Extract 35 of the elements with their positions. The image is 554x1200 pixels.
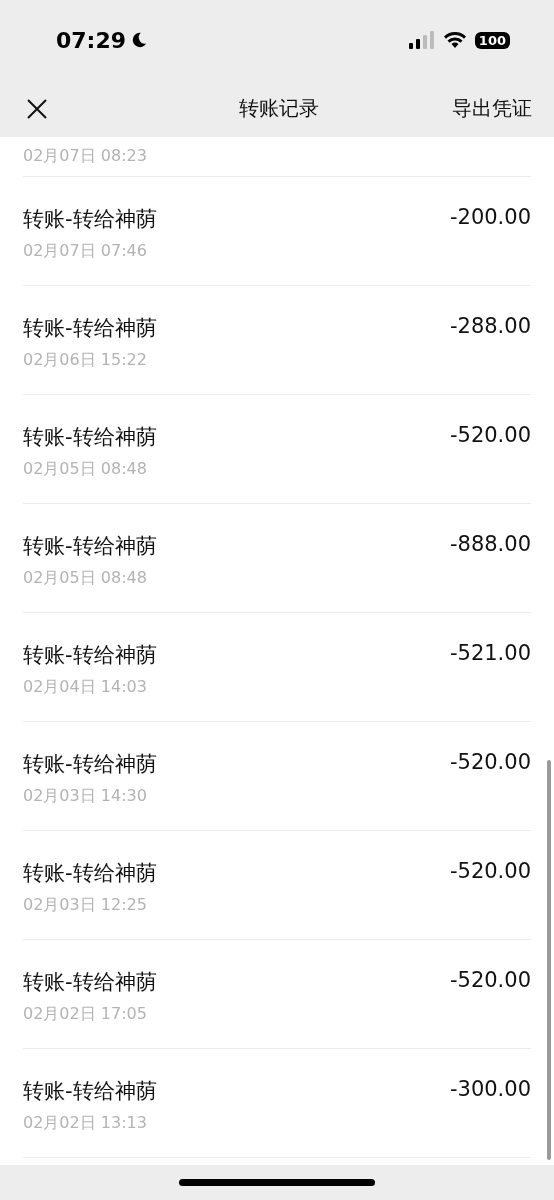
close-button[interactable] [26,97,48,120]
record-date: 02月03日 12:25 [23,895,148,916]
record-title: 转账-转给神荫 [23,533,157,560]
record-date: 02月07日 08:23 [23,146,147,167]
record-amount: -520.00 [449,750,531,774]
record-date: 02月06日 15:22 [23,350,148,371]
record-date: 02月02日 13:13 [23,1113,148,1134]
record-amount: -521.00 [449,641,531,665]
record-amount: -520.00 [449,968,531,992]
record-title: 转账-转给神荫 [23,206,157,233]
record-amount: -200.00 [449,205,531,229]
record-date: 02月07日 07:46 [23,241,148,262]
record-date: 02月04日 14:03 [23,677,148,698]
record-title: 转账-转给神荫 [23,642,157,669]
record-title: 转账-转给神荫 [23,860,157,887]
signal-icon [408,31,435,49]
record-amount: -888.00 [449,532,531,556]
wifi-icon [442,31,467,49]
record-amount: -288.00 [449,314,531,338]
record-date: 02月02日 17:05 [23,1004,148,1025]
page-title: 转账记录 [239,95,319,122]
record-amount: -520.00 [449,423,531,447]
record-date: 02月05日 08:48 [23,568,148,589]
record-title: 转账-转给神荫 [23,315,157,342]
record-title: 转账-转给神荫 [23,1078,157,1105]
record-title: 转账-转给神荫 [23,969,157,996]
record-title: 转账-转给神荫 [23,424,157,451]
record-title: 转账-转给神荫 [23,751,157,778]
record-date: 02月03日 14:30 [23,786,148,807]
record-date: 02月05日 08:48 [23,459,148,480]
battery-level: 100 [474,31,510,49]
export-button[interactable]: 导出凭证 [452,95,532,122]
status-time: 07:29 [56,27,127,53]
record-amount: -520.00 [449,859,531,883]
record-amount: -300.00 [449,1077,531,1101]
